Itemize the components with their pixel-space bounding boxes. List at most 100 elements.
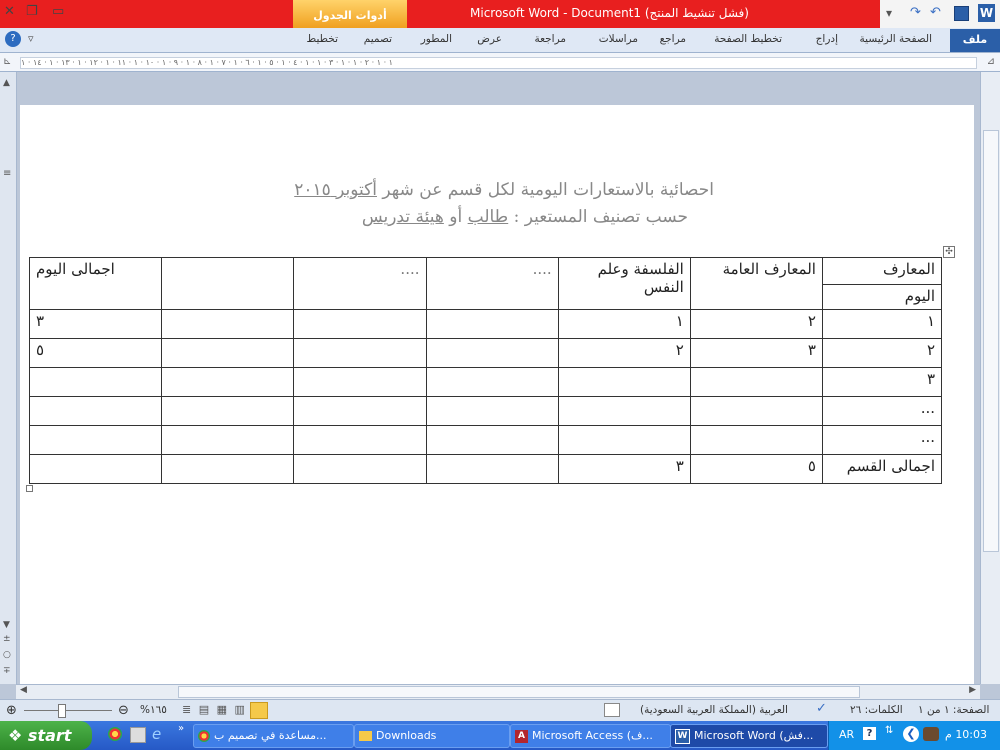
view-buttons-icon[interactable]: ≣ ▤ ▦ ▥ [182,703,247,716]
customize-toolbar-icon[interactable]: ▾ [886,6,892,20]
table-cell[interactable]: ٣ [28,308,163,339]
table-cell[interactable]: ... [821,395,943,426]
tab-references[interactable]: مراجع [660,33,686,45]
table-cell[interactable] [293,424,427,455]
table-cell[interactable] [161,395,295,426]
taskbar-item-word[interactable]: W Microsoft Word (فش... [670,724,828,748]
col-header-placeholder[interactable]: .... [293,257,427,310]
ie-quicklaunch-icon[interactable]: e [152,725,161,743]
previous-page-icon[interactable]: ± [3,634,11,644]
table-cell[interactable]: ٥ [28,337,163,368]
table-cell[interactable] [293,366,427,397]
tab-developer[interactable]: المطور [421,33,452,45]
table-cell[interactable] [28,395,163,426]
browse-object-icon[interactable]: ○ [3,650,11,660]
table-cell[interactable]: ٢ [689,308,823,339]
vertical-scrollbar-thumb[interactable] [983,130,999,552]
page-number[interactable]: الصفحة: ١ من ١ [918,704,989,716]
table-cell[interactable] [689,395,823,426]
scroll-right-icon[interactable]: ▶ [969,685,976,695]
tab-selector-icon[interactable]: ⊾ [3,56,11,67]
undo-icon[interactable]: ↶ [930,5,941,20]
table-move-handle-icon[interactable]: ✣ [943,246,955,258]
table-cell[interactable] [689,366,823,397]
tab-mailings[interactable]: مراسلات [599,33,638,45]
table-cell[interactable] [293,395,427,426]
table-cell[interactable] [161,308,295,339]
table-cell[interactable] [425,308,559,339]
help-tray-icon[interactable]: ? [863,727,876,740]
table-cell[interactable] [293,308,427,339]
table-cell[interactable] [557,424,691,455]
macro-record-icon[interactable] [604,703,620,717]
table-resize-handle-icon[interactable] [26,485,33,492]
taskbar-item-downloads[interactable]: Downloads [354,724,510,748]
minimize-ribbon-icon[interactable]: ▿ [28,32,34,45]
language-indicator[interactable]: AR [839,728,854,741]
tab-table-layout[interactable]: تخطيط [307,33,338,45]
zoom-in-icon[interactable]: ⊕ [6,703,17,718]
print-layout-view-icon[interactable] [250,702,268,719]
tray-arrows-icon[interactable]: ⇅ [885,725,893,736]
tab-file[interactable]: ملف [950,29,1000,52]
table-cell[interactable] [28,453,163,485]
table-cell[interactable] [28,366,163,397]
table-cell[interactable] [161,366,295,397]
table-cell[interactable] [425,395,559,426]
word-app-icon[interactable]: W [978,4,995,22]
table-cell[interactable]: ٣ [821,366,943,397]
close-window-icon[interactable]: ✕ [4,4,15,19]
zoom-out-icon[interactable]: ⊖ [118,703,129,718]
table-cell[interactable] [689,424,823,455]
table-cell[interactable] [425,337,559,368]
scroll-up-icon[interactable]: ▲ [3,78,10,88]
col-header-placeholder[interactable]: .... [425,257,559,310]
horizontal-ruler[interactable]: ⊾ ١ · ١ · ٢ · ١ · ١ · ٣ · ١ · ١ · ٤ · ١ … [0,53,1000,72]
table-cell[interactable]: ... [821,424,943,455]
statistics-table[interactable]: المعارف اليوم المعارف العامة الفلسفة وعل… [28,257,943,485]
app-quicklaunch-icon[interactable] [130,727,146,743]
table-cell[interactable]: ١ [557,308,691,339]
horizontal-scrollbar-thumb[interactable] [178,686,860,698]
show-hidden-icons-icon[interactable]: ❮ [903,726,919,742]
tab-view[interactable]: عرض [477,33,502,45]
taskbar-item-chrome[interactable]: مساعدة في تصميم ب... [193,724,354,748]
table-cell[interactable] [28,424,163,455]
proofing-icon[interactable]: ✓ [816,701,827,716]
table-cell[interactable] [425,424,559,455]
save-icon[interactable] [954,6,969,21]
split-handle-icon[interactable]: ≡ [3,168,11,179]
start-button[interactable]: ❖ start [0,721,92,750]
table-cell[interactable] [293,337,427,368]
table-cell[interactable] [425,366,559,397]
help-icon[interactable]: ? [5,31,21,47]
table-cell[interactable]: ٣ [557,453,691,485]
zoom-slider-thumb[interactable] [58,704,66,718]
col-header-empty[interactable] [161,257,295,310]
ruler-toggle-icon[interactable]: ⊿ [987,56,995,67]
next-page-icon[interactable]: ∓ [3,666,11,676]
language-status[interactable]: العربية (المملكة العربية السعودية) [640,704,788,716]
zoom-slider-track[interactable] [24,710,112,711]
table-cell[interactable] [161,453,295,485]
clock[interactable]: 10:03 م [945,728,987,741]
taskbar-item-access[interactable]: A Microsoft Access (ف... [510,724,671,748]
tab-table-design[interactable]: تصميم [364,33,392,45]
tab-home[interactable]: الصفحة الرئيسية [860,33,932,45]
table-cell[interactable] [161,337,295,368]
table-cell[interactable]: ٢ [821,337,943,368]
restore-window-icon[interactable]: ❐ [26,4,38,19]
chrome-quicklaunch-icon[interactable] [108,727,122,741]
table-cell[interactable] [161,424,295,455]
minimize-window-icon[interactable]: ▭ [52,4,64,19]
table-corner-cell[interactable]: المعارف اليوم [821,257,943,310]
tab-insert[interactable]: إدراج [816,33,838,45]
tab-review[interactable]: مراجعة [534,33,566,45]
table-cell[interactable]: ٥ [689,453,823,485]
col-header-general[interactable]: المعارف العامة [689,257,823,310]
zoom-level[interactable]: %١٦٥ [140,704,167,716]
scroll-left-icon[interactable]: ◀ [20,685,27,695]
table-cell[interactable]: اجمالى القسم [821,453,943,485]
table-cell[interactable]: ٢ [557,337,691,368]
col-header-philosophy[interactable]: الفلسفة وعلم النفس [557,257,691,310]
